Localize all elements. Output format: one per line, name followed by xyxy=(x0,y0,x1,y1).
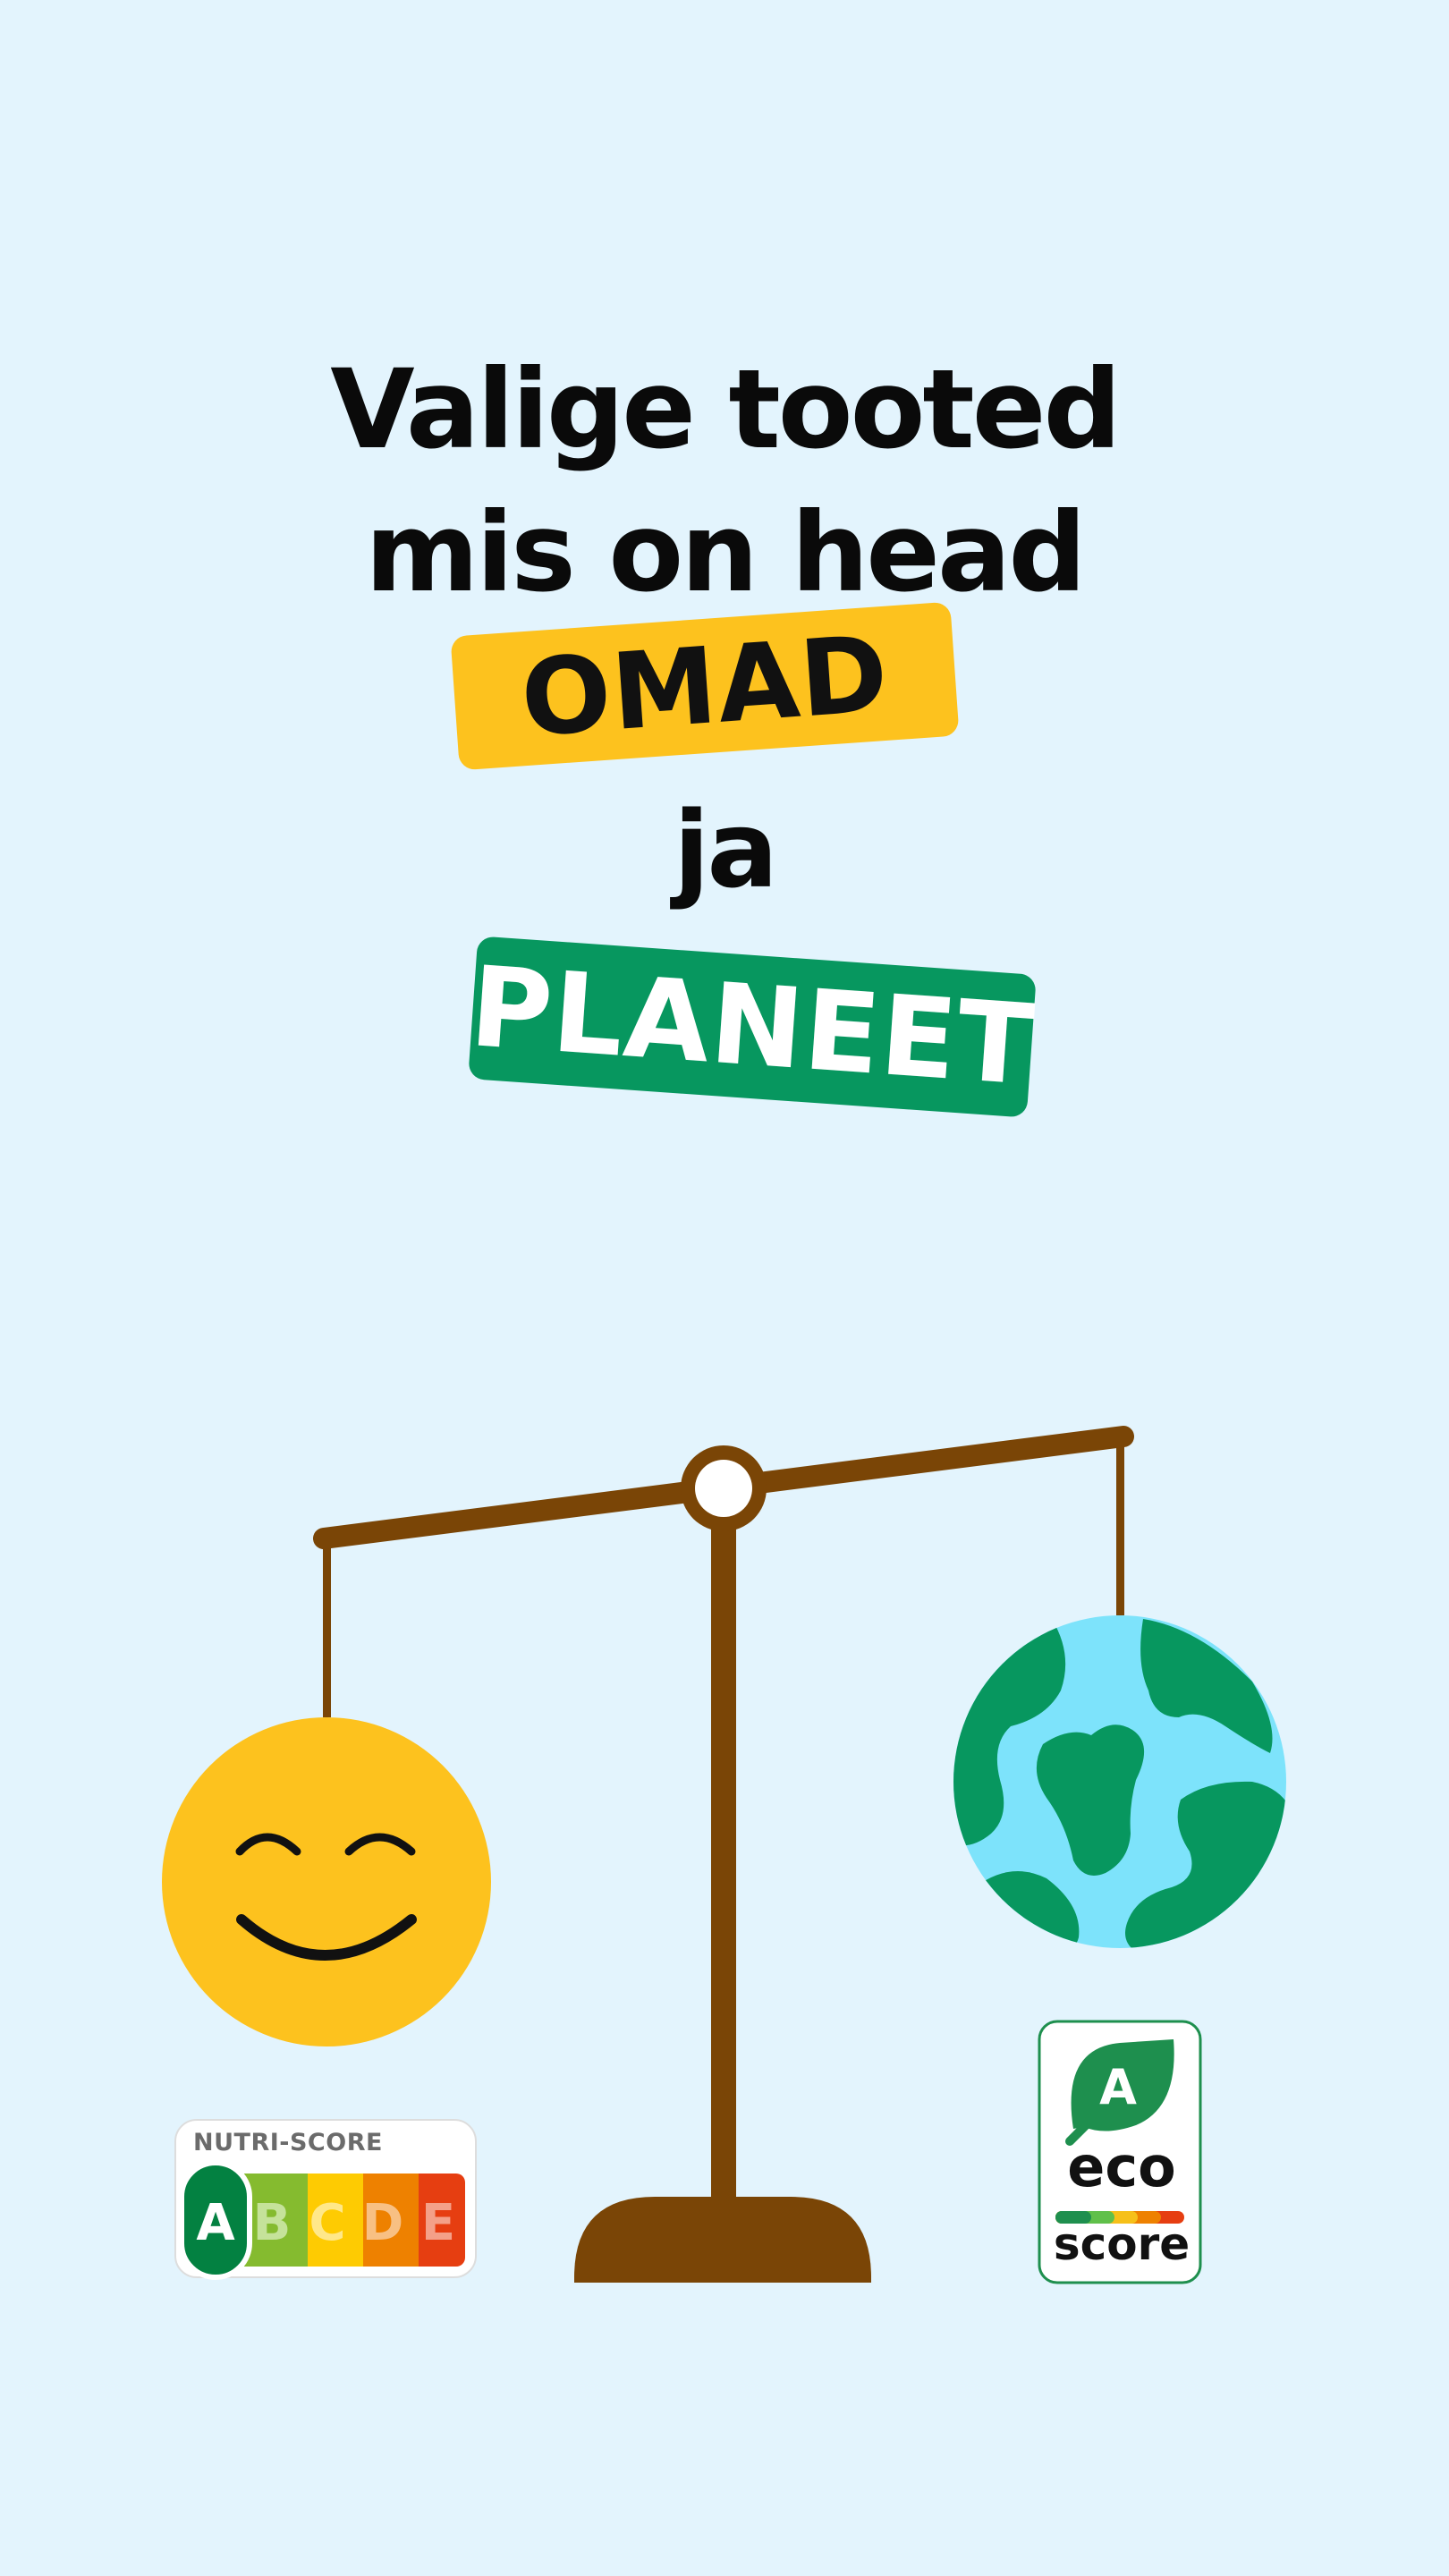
eco-score-grade: A xyxy=(1099,2058,1137,2115)
earth-globe-icon xyxy=(953,1615,1286,1948)
nutri-grade-c: C xyxy=(309,2193,346,2252)
eco-score-word-score: score xyxy=(1053,2218,1191,2270)
nutri-grade-d: D xyxy=(361,2193,404,2252)
nutri-grade-e: E xyxy=(420,2193,456,2252)
nutri-grade-b: B xyxy=(252,2193,292,2252)
nutri-grade-a: A xyxy=(196,2193,235,2252)
nutri-score-title: NUTRI-SCORE xyxy=(193,2129,383,2157)
eco-score-word-eco: eco xyxy=(1067,2134,1176,2199)
smiley-face-icon xyxy=(162,1717,491,2046)
